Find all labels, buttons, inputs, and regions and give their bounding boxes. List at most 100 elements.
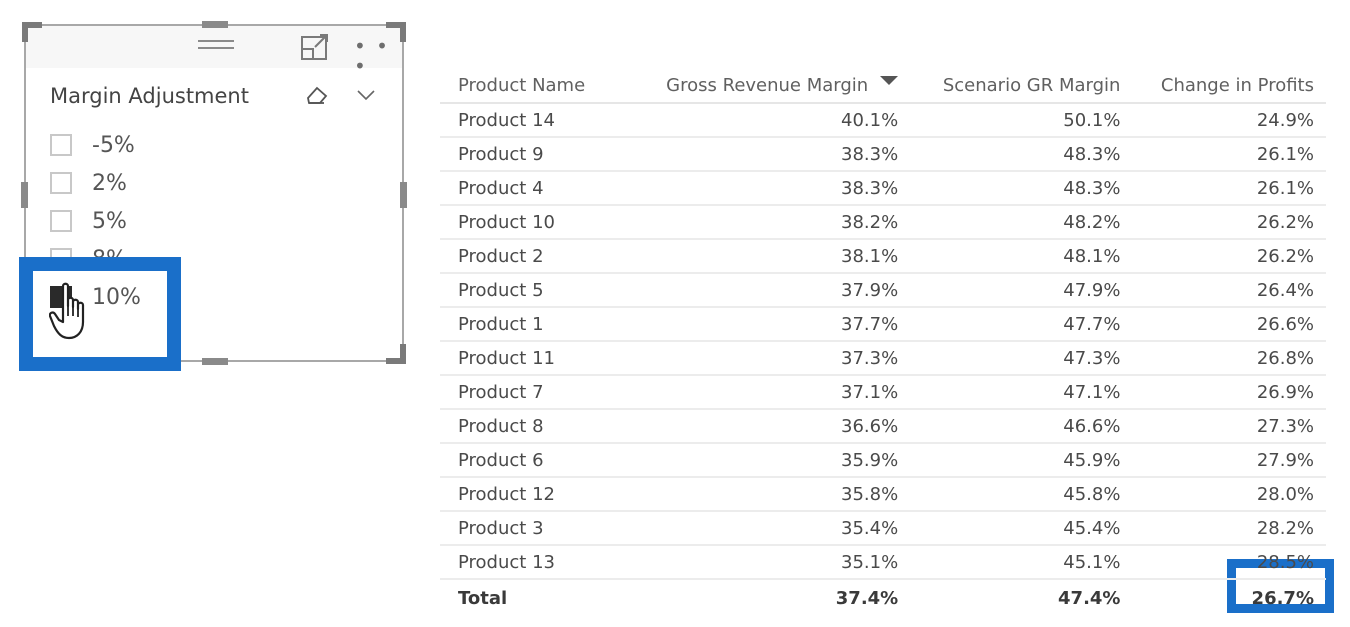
cell-gross-revenue-margin: 35.8% [624, 477, 911, 512]
column-header-change-in-profits[interactable]: Change in Profits [1132, 68, 1326, 104]
table-header-row: Product Name Gross Revenue Margin Scenar… [440, 68, 1326, 104]
resize-handle-left[interactable] [21, 182, 28, 208]
cell-product-name: Product 12 [440, 477, 625, 512]
cell-scenario-gr-margin: 48.3% [910, 171, 1133, 206]
cell-gross-revenue-margin: 40.1% [624, 103, 911, 138]
resize-handle-right[interactable] [400, 182, 407, 208]
slicer-option[interactable]: 2% [50, 164, 141, 202]
product-margin-table: Product Name Gross Revenue Margin Scenar… [440, 68, 1326, 616]
header-label: Product Name [458, 74, 586, 96]
column-header-gross-revenue-margin[interactable]: Gross Revenue Margin [624, 68, 911, 104]
checkbox[interactable] [50, 210, 72, 232]
resize-handle-top[interactable] [202, 21, 228, 28]
cell-change-in-profits: 26.8% [1132, 341, 1326, 376]
cell-gross-revenue-margin: 35.9% [624, 443, 911, 478]
table-row[interactable]: Product 11 37.3% 47.3% 26.8% [440, 341, 1326, 376]
table-row[interactable]: Product 3 35.4% 45.4% 28.2% [440, 511, 1326, 546]
slicer-option[interactable]: 8% [50, 240, 141, 278]
table-row[interactable]: Product 14 40.1% 50.1% 24.9% [440, 103, 1326, 138]
total-change-in-profits: 26.7% [1132, 578, 1326, 616]
checkbox-checked[interactable] [50, 286, 72, 308]
resize-handle-bottom[interactable] [202, 358, 228, 365]
cell-scenario-gr-margin: 47.3% [910, 341, 1133, 376]
cell-gross-revenue-margin: 37.9% [624, 273, 911, 308]
cell-gross-revenue-margin: 37.1% [624, 375, 911, 410]
cell-product-name: Product 7 [440, 375, 625, 410]
option-label: 10% [92, 284, 141, 310]
cell-gross-revenue-margin: 38.3% [624, 137, 911, 172]
resize-corner-bottom-right[interactable] [386, 344, 406, 364]
cell-scenario-gr-margin: 45.8% [910, 477, 1133, 512]
slicer-option-selected[interactable]: 10% [50, 278, 141, 316]
table-row[interactable]: Product 12 35.8% 45.8% 28.0% [440, 477, 1326, 512]
column-header-scenario-gr-margin[interactable]: Scenario GR Margin [910, 68, 1133, 104]
table-row[interactable]: Product 4 38.3% 48.3% 26.1% [440, 171, 1326, 206]
table-row[interactable]: Product 1 37.7% 47.7% 26.6% [440, 307, 1326, 342]
table-row[interactable]: Product 6 35.9% 45.9% 27.9% [440, 443, 1326, 478]
table-row[interactable]: Product 9 38.3% 48.3% 26.1% [440, 137, 1326, 172]
header-label: Scenario GR Margin [942, 74, 1121, 96]
cell-scenario-gr-margin: 48.1% [910, 239, 1133, 274]
margin-adjustment-slicer: • • • Margin Adjustment -5% 2% 5% 8% 10% [21, 21, 407, 365]
resize-corner-bottom-left[interactable] [22, 344, 42, 364]
total-scenario-gr-margin: 47.4% [910, 578, 1133, 616]
column-header-product-name[interactable]: Product Name [440, 68, 625, 104]
cell-product-name: Product 11 [440, 341, 625, 376]
cell-scenario-gr-margin: 45.1% [910, 545, 1133, 580]
table-row[interactable]: Product 5 37.9% 47.9% 26.4% [440, 273, 1326, 308]
option-label: -5% [92, 132, 135, 158]
table-row[interactable]: Product 13 35.1% 45.1% 28.5% [440, 545, 1326, 580]
cell-change-in-profits: 26.9% [1132, 375, 1326, 410]
cell-product-name: Product 9 [440, 137, 625, 172]
table-row[interactable]: Product 8 36.6% 46.6% 27.3% [440, 409, 1326, 444]
table-row[interactable]: Product 2 38.1% 48.1% 26.2% [440, 239, 1326, 274]
header-label: Gross Revenue Margin [666, 74, 869, 96]
drag-handle-icon[interactable] [198, 40, 234, 52]
cell-product-name: Product 10 [440, 205, 625, 240]
cell-scenario-gr-margin: 45.9% [910, 443, 1133, 478]
cell-scenario-gr-margin: 47.7% [910, 307, 1133, 342]
clear-selections-icon[interactable] [306, 86, 328, 106]
cell-gross-revenue-margin: 35.1% [624, 545, 911, 580]
table-total-row: Total 37.4% 47.4% 26.7% [440, 578, 1326, 616]
cell-change-in-profits: 28.2% [1132, 511, 1326, 546]
cell-change-in-profits: 26.1% [1132, 137, 1326, 172]
cell-scenario-gr-margin: 48.3% [910, 137, 1133, 172]
focus-mode-icon[interactable] [300, 34, 330, 62]
checkbox[interactable] [50, 248, 72, 270]
chevron-down-icon[interactable] [356, 88, 376, 102]
cell-gross-revenue-margin: 38.1% [624, 239, 911, 274]
cell-scenario-gr-margin: 45.4% [910, 511, 1133, 546]
option-label: 2% [92, 170, 127, 196]
more-options-icon[interactable]: • • • [354, 36, 402, 76]
cell-product-name: Product 2 [440, 239, 625, 274]
cell-gross-revenue-margin: 37.3% [624, 341, 911, 376]
table-row[interactable]: Product 7 37.1% 47.1% 26.9% [440, 375, 1326, 410]
slicer-option[interactable]: 5% [50, 202, 141, 240]
cell-change-in-profits: 27.3% [1132, 409, 1326, 444]
table-body: Product 14 40.1% 50.1% 24.9% Product 9 38.3% 4… [440, 103, 1326, 616]
cell-product-name: Product 14 [440, 103, 625, 138]
cell-change-in-profits: 26.4% [1132, 273, 1326, 308]
cell-scenario-gr-margin: 47.1% [910, 375, 1133, 410]
slicer-options-list: -5% 2% 5% 8% 10% [50, 126, 141, 316]
checkbox[interactable] [50, 134, 72, 156]
cell-product-name: Product 4 [440, 171, 625, 206]
cell-change-in-profits: 26.1% [1132, 171, 1326, 206]
cell-scenario-gr-margin: 48.2% [910, 205, 1133, 240]
cell-change-in-profits: 26.6% [1132, 307, 1326, 342]
cell-product-name: Product 1 [440, 307, 625, 342]
cell-scenario-gr-margin: 47.9% [910, 273, 1133, 308]
resize-corner-top-left[interactable] [22, 22, 42, 42]
cell-gross-revenue-margin: 37.7% [624, 307, 911, 342]
slicer-title: Margin Adjustment [50, 84, 249, 108]
cell-change-in-profits: 24.9% [1132, 103, 1326, 138]
cell-product-name: Product 8 [440, 409, 625, 444]
checkbox[interactable] [50, 172, 72, 194]
total-gross-revenue-margin: 37.4% [624, 578, 911, 616]
option-label: 5% [92, 208, 127, 234]
cell-product-name: Product 3 [440, 511, 625, 546]
slicer-option[interactable]: -5% [50, 126, 141, 164]
table-row[interactable]: Product 10 38.2% 48.2% 26.2% [440, 205, 1326, 240]
sort-descending-icon[interactable] [880, 75, 899, 85]
